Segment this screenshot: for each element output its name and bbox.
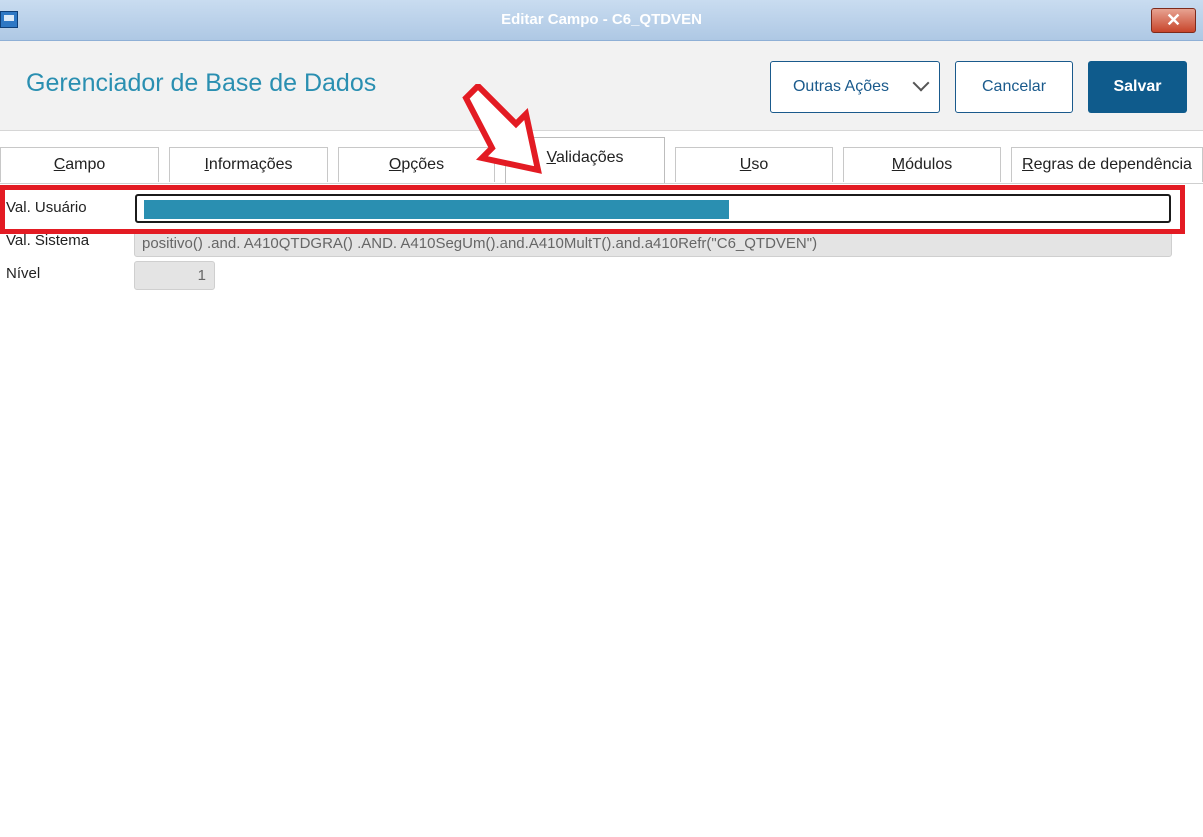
cancel-button[interactable]: Cancelar bbox=[955, 61, 1073, 113]
val-usuario-input[interactable] bbox=[135, 194, 1171, 223]
close-icon: ✕ bbox=[1165, 10, 1182, 30]
tab-regras-de-dependencia[interactable]: Regras de dependência bbox=[1011, 147, 1203, 182]
annotation-arrow-icon bbox=[462, 84, 542, 174]
app-title: Gerenciador de Base de Dados bbox=[26, 69, 377, 97]
val-sistema-field: positivo() .and. A410QTDGRA() .AND. A410… bbox=[134, 231, 1172, 257]
tab-modulos[interactable]: Módulos bbox=[843, 147, 1001, 182]
other-actions-label: Outras Ações bbox=[792, 78, 890, 95]
nivel-label: Nível bbox=[6, 265, 41, 282]
tab-bar: Campo Informações Opções Validações Uso … bbox=[0, 131, 1203, 184]
val-usuario-label: Val. Usuário bbox=[6, 199, 87, 216]
app-header: Gerenciador de Base de Dados Outras Açõe… bbox=[0, 41, 1203, 131]
val-sistema-label: Val. Sistema bbox=[6, 232, 90, 249]
text-selection-highlight bbox=[144, 200, 729, 219]
nivel-field: 1 bbox=[134, 261, 215, 290]
title-bar: Editar Campo - C6_QTDVEN ✕ bbox=[0, 0, 1203, 41]
tab-campo[interactable]: Campo bbox=[0, 147, 159, 182]
chevron-down-icon bbox=[912, 74, 930, 92]
tab-uso[interactable]: Uso bbox=[675, 147, 833, 182]
save-button[interactable]: Salvar bbox=[1088, 61, 1187, 113]
other-actions-button[interactable]: Outras Ações bbox=[770, 61, 940, 113]
close-button[interactable]: ✕ bbox=[1151, 8, 1196, 33]
tab-informacoes[interactable]: Informações bbox=[169, 147, 328, 182]
window-title: Editar Campo - C6_QTDVEN bbox=[501, 11, 702, 28]
